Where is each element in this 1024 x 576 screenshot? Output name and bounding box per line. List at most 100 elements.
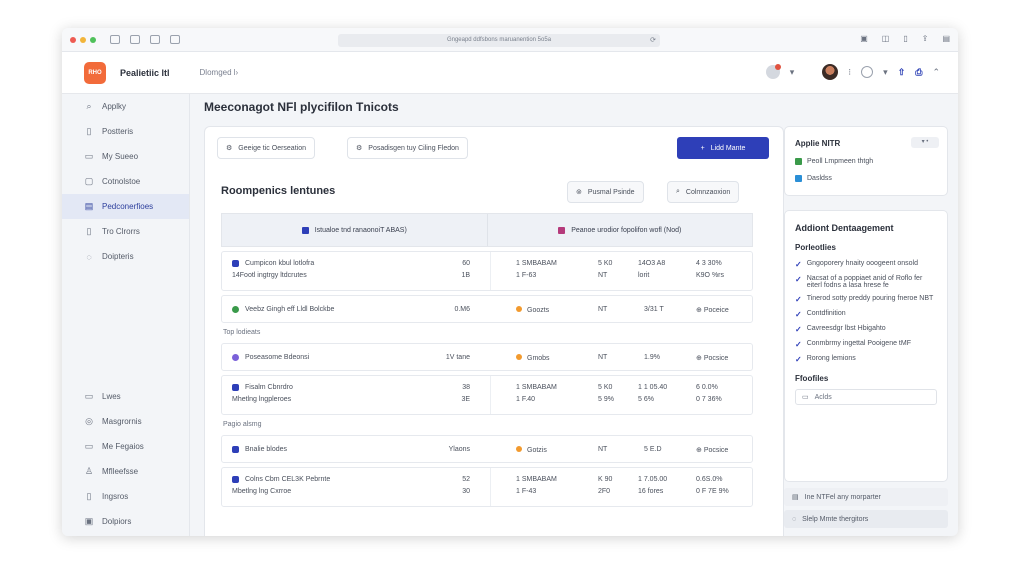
url-bar[interactable]: Gngeapd ddfsbons maruanention 5o5a ⟳ bbox=[338, 34, 660, 47]
user-menu-icon[interactable]: ⁝ bbox=[848, 67, 851, 78]
reload-icon[interactable]: ⟳ bbox=[650, 34, 656, 47]
profiles-input[interactable]: ▭ Aclds bbox=[795, 389, 937, 405]
value-b: 3E bbox=[461, 396, 470, 403]
app-logo[interactable]: RHO bbox=[84, 61, 106, 84]
card-item-label: Peoll Lmpmeen thtgh bbox=[807, 158, 874, 165]
table-row[interactable]: Poseasome Bdeonsi 1V tane Gmobs NT 1.9% … bbox=[221, 343, 753, 371]
row-col-2: NT bbox=[598, 354, 608, 361]
forward-icon[interactable] bbox=[150, 35, 160, 44]
status-icon bbox=[795, 158, 802, 165]
row-status: Gmobs bbox=[516, 354, 550, 362]
user-avatar[interactable] bbox=[822, 64, 839, 80]
page-title: Meeconagot NFl plycifilon Tnicots bbox=[204, 100, 399, 114]
sidebar-item-tro-clrorrs[interactable]: ▯ Tro Clrorrs bbox=[62, 219, 189, 244]
row-col-2: NT bbox=[598, 446, 608, 453]
item-icon bbox=[232, 384, 239, 391]
sidebar-item-dolpiors[interactable]: ▣ Dolpiors bbox=[62, 509, 190, 534]
sidebar-item-me-fegaios[interactable]: ▭ Me Fegaios bbox=[62, 434, 190, 459]
table-row[interactable]: Colns Cbm CEL3K Pebrnte Mbetlng lng Cxrr… bbox=[221, 467, 753, 507]
sidebar-item-apply[interactable]: ⌕ Applky bbox=[62, 94, 189, 119]
check-icon: ✓ bbox=[795, 275, 802, 284]
sidebar-item-label: Masgrornis bbox=[102, 417, 142, 426]
row-title: Bnalie blodes bbox=[245, 446, 288, 453]
checklist-item[interactable]: ✓ Conmbrmy ingettal Pooigene tMF bbox=[795, 340, 937, 349]
notifications-icon[interactable] bbox=[765, 64, 781, 79]
col-value-b: 5 6% bbox=[638, 396, 654, 403]
sidebar-item-mflleefsse[interactable]: ♙ Mflleefsse bbox=[62, 459, 190, 484]
close-dot-icon[interactable] bbox=[70, 36, 76, 43]
section-button-1[interactable]: ⊚ Pusmal Psinde bbox=[567, 181, 644, 203]
chevron-down-icon[interactable]: ▾ bbox=[790, 67, 795, 78]
col-value-b: lorit bbox=[638, 272, 650, 279]
sidebar-item-posts[interactable]: ▯ Postteris bbox=[62, 119, 189, 144]
col-value-b: 16 fores bbox=[638, 488, 664, 495]
info-icon: ⊕ bbox=[696, 447, 704, 454]
collapse-icon[interactable]: ⌃ bbox=[932, 67, 940, 78]
minimize-dot-icon[interactable] bbox=[80, 36, 86, 43]
help-icon[interactable] bbox=[861, 66, 874, 78]
checklist-item[interactable]: ✓ Rorong lemions bbox=[795, 355, 937, 364]
sidebar-item-label: Dolpiors bbox=[102, 517, 132, 526]
print-icon[interactable]: ⎙ bbox=[915, 67, 922, 78]
card-item-label: Dasldss bbox=[807, 175, 832, 182]
table-row[interactable]: Veebz Gingh eff Lldl Bolckbe 0.M6 Goozts… bbox=[221, 295, 753, 323]
group-label: Pagio alsmg bbox=[223, 421, 262, 428]
extensions-icon[interactable]: ◫ bbox=[882, 34, 890, 43]
shield-icon[interactable]: ▣ bbox=[860, 34, 868, 43]
data-table: Istualoe tnd ranaonoiT ABAS) Peanoe urod… bbox=[221, 213, 753, 507]
filter-chip-2[interactable]: ⚙ Posadisgen tuy Ciling Fledon bbox=[347, 137, 468, 159]
table-row[interactable]: Cumpicon kbul lotlofra 14Footl ingtrgy l… bbox=[221, 251, 753, 291]
chip-label: Geeige tic Oerseation bbox=[238, 144, 306, 152]
group-label: Top lodieats bbox=[223, 329, 261, 336]
col-value-b: 5 9% bbox=[598, 396, 614, 403]
row-col-4: 6 0.0% 0 7 36% bbox=[696, 384, 722, 403]
maximize-dot-icon[interactable] bbox=[90, 36, 96, 43]
tab-icon[interactable] bbox=[170, 35, 180, 44]
card-dropdown[interactable]: ▾ • bbox=[911, 137, 939, 148]
row-name: Veebz Gingh eff Lldl Bolckbe bbox=[232, 306, 334, 313]
checklist-item[interactable]: ✓ Contdfinition bbox=[795, 310, 937, 319]
card-item[interactable]: Dasldss bbox=[795, 175, 937, 182]
sidebar-item-label: Applky bbox=[102, 102, 127, 111]
share-icon[interactable]: ⇪ bbox=[922, 34, 929, 43]
back-icon[interactable] bbox=[130, 35, 140, 44]
sidebar-item-masgrornis[interactable]: ◎ Masgrornis bbox=[62, 409, 190, 434]
column-header-left[interactable]: Istualoe tnd ranaonoiT ABAS) bbox=[222, 214, 487, 246]
section-button-2[interactable]: ⌕ Colmnzaoxion bbox=[667, 181, 740, 203]
table-row[interactable]: Bnalie blodes Ylaons Gotzis NT 5 E.D ⊕ P… bbox=[221, 435, 753, 463]
col-value-a: 5 K0 bbox=[598, 384, 613, 391]
row-col-2: NT bbox=[598, 306, 608, 313]
add-button[interactable]: + Lidd Mante bbox=[677, 137, 769, 159]
filter-chip-1[interactable]: ⚙ Geeige tic Oerseation bbox=[217, 137, 315, 159]
footer-item-1[interactable]: ▤ Ine NTFel any morparter bbox=[784, 488, 948, 506]
sidebar-toggle-icon[interactable] bbox=[110, 35, 120, 44]
col-value-b: 0 F 7E 9% bbox=[696, 488, 729, 495]
column-header-right[interactable]: Peanoe urodior fopolifon wofl (Nod) bbox=[486, 214, 753, 246]
value-b: 30 bbox=[462, 488, 470, 495]
table-row[interactable]: Fisalm Cbnrdro Mhetlng lngpleroes 38 3E 1… bbox=[221, 375, 753, 415]
app-window: Gngeapd ddfsbons maruanention 5o5a ⟳ ▣ ◫… bbox=[62, 28, 958, 536]
col-value-a: 1 7.05.00 bbox=[638, 476, 668, 483]
checklist-item[interactable]: ✓ Cavreesdgr lbst Hbigahto bbox=[795, 325, 937, 334]
status-dot-icon bbox=[516, 446, 522, 452]
sidebar-item-ingsros[interactable]: ▯ Ingsros bbox=[62, 484, 190, 509]
status-label: Gotzis bbox=[527, 447, 547, 454]
chevron-down-icon[interactable]: ▾ bbox=[883, 67, 888, 78]
upload-icon[interactable]: ⇧ bbox=[898, 67, 906, 78]
sidebar-item-cotnolstoe[interactable]: ▢ Cotnolstoe bbox=[62, 169, 189, 194]
menu-icon[interactable]: ▤ bbox=[942, 34, 950, 43]
tabs-icon[interactable]: ▯ bbox=[903, 34, 907, 43]
apply-card: Applie NITR ▾ • Peoll Lmpmeen thtgh Dasl… bbox=[784, 126, 948, 196]
sidebar-item-doipteris[interactable]: ◌ Doipteris bbox=[62, 244, 189, 269]
checklist-item[interactable]: ✓ Gngoporery hnaity ooogeent onsold bbox=[795, 260, 937, 269]
tag-icon bbox=[558, 226, 566, 234]
breadcrumb[interactable]: Dlomged l› bbox=[200, 68, 239, 77]
sidebar-item-lwes[interactable]: ▭ Lwes bbox=[62, 384, 190, 409]
card-item[interactable]: Peoll Lmpmeen thtgh bbox=[795, 158, 937, 165]
sidebar-item-pedconerfioes[interactable]: ▤ Pedconerfioes bbox=[62, 194, 189, 219]
sidebar-item-my-sueeo[interactable]: ▭ My Sueeo bbox=[62, 144, 189, 169]
footer-item-2[interactable]: ◌ Slelp Mmte thergitors bbox=[784, 510, 948, 528]
checklist-item[interactable]: ✓ Nacsat of a poppiaet anid of Roflo fer … bbox=[795, 275, 937, 289]
col-value-b: 1 F-63 bbox=[516, 272, 537, 279]
checklist-item[interactable]: ✓ Tinerod sotty preddy pouring fneroe NBT bbox=[795, 295, 937, 304]
